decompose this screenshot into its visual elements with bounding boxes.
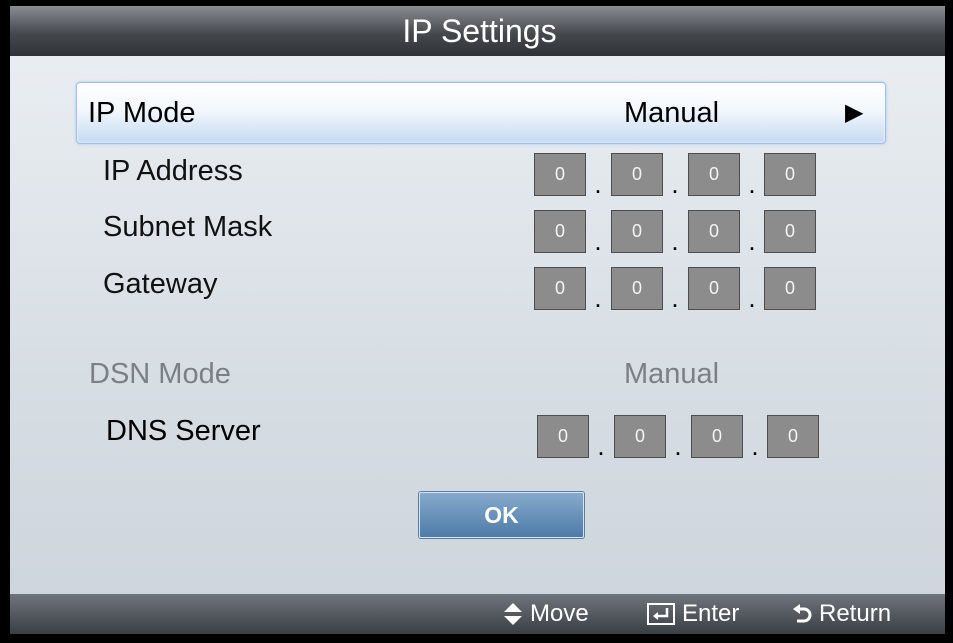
ip-address-octet-2[interactable]: 0: [611, 153, 663, 196]
move-hint-label: Move: [530, 600, 589, 627]
octet-separator: .: [594, 169, 602, 199]
ip-mode-row[interactable]: IP Mode Manual ▶: [76, 82, 886, 144]
ip-settings-dialog: IP Settings IP Mode Manual ▶ IP Address …: [10, 6, 945, 634]
octet-separator: .: [671, 226, 679, 256]
octet-separator: .: [674, 431, 682, 461]
dialog-title-bar: IP Settings: [10, 6, 945, 56]
subnet-mask-octet-3[interactable]: 0: [688, 210, 740, 253]
dns-server-octet-2[interactable]: 0: [614, 415, 666, 458]
enter-hint-label: Enter: [682, 600, 740, 627]
gateway-octet-1[interactable]: 0: [534, 267, 586, 310]
ip-address-octet-3[interactable]: 0: [688, 153, 740, 196]
ip-mode-label: IP Mode: [88, 97, 196, 129]
dns-mode-row: DSN Mode Manual: [10, 349, 945, 399]
subnet-mask-label: Subnet Mask: [103, 211, 273, 243]
footer-hint-bar: Move Enter Return: [10, 594, 945, 634]
octet-separator: .: [671, 169, 679, 199]
return-hint-label: Return: [819, 600, 892, 627]
dns-server-row: DNS Server 0 . 0 . 0 . 0: [10, 406, 945, 461]
return-icon: [792, 603, 812, 625]
gateway-row: Gateway 0 . 0 . 0 . 0: [10, 259, 945, 313]
dns-mode-label: DSN Mode: [89, 358, 231, 390]
gateway-octet-2[interactable]: 0: [611, 267, 663, 310]
octet-separator: .: [594, 226, 602, 256]
gateway-octet-3[interactable]: 0: [688, 267, 740, 310]
ip-mode-value: Manual: [624, 97, 720, 129]
ip-address-octet-1[interactable]: 0: [534, 153, 586, 196]
octet-separator: .: [748, 169, 756, 199]
dialog-title: IP Settings: [402, 13, 557, 49]
dns-server-octet-3[interactable]: 0: [691, 415, 743, 458]
right-arrow-icon: ▶: [845, 99, 864, 126]
dns-server-octet-4[interactable]: 0: [767, 415, 819, 458]
gateway-label: Gateway: [103, 268, 218, 300]
subnet-mask-row: Subnet Mask 0 . 0 . 0 . 0: [10, 202, 945, 256]
subnet-mask-octet-4[interactable]: 0: [764, 210, 816, 253]
octet-separator: .: [751, 431, 759, 461]
move-hint: Move: [503, 594, 589, 634]
dns-server-octet-1[interactable]: 0: [537, 415, 589, 458]
ip-address-octet-4[interactable]: 0: [764, 153, 816, 196]
dns-mode-value: Manual: [624, 358, 720, 390]
return-hint: Return: [792, 594, 891, 634]
dns-server-label: DNS Server: [106, 415, 261, 447]
octet-separator: .: [748, 283, 756, 313]
subnet-mask-octet-2[interactable]: 0: [611, 210, 663, 253]
octet-separator: .: [597, 431, 605, 461]
enter-hint: Enter: [647, 594, 739, 634]
enter-icon: [647, 603, 675, 625]
ip-address-label: IP Address: [103, 155, 243, 187]
ok-button[interactable]: OK: [419, 492, 584, 538]
octet-separator: .: [748, 226, 756, 256]
octet-separator: .: [671, 283, 679, 313]
subnet-mask-octet-1[interactable]: 0: [534, 210, 586, 253]
ip-address-row: IP Address 0 . 0 . 0 . 0: [10, 146, 945, 199]
up-down-arrow-icon: [503, 602, 523, 626]
octet-separator: .: [594, 283, 602, 313]
gateway-octet-4[interactable]: 0: [764, 267, 816, 310]
